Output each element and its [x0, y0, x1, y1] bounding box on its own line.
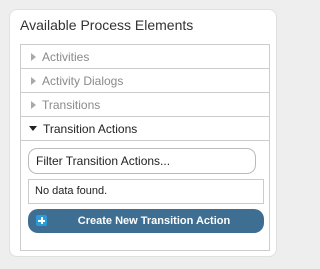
create-new-transition-action-button[interactable]: Create New Transition Action — [28, 209, 264, 233]
section-activities[interactable]: Activities — [21, 45, 269, 69]
section-label: Activities — [42, 49, 90, 64]
section-activity-dialogs[interactable]: Activity Dialogs — [21, 69, 269, 93]
panel-title: Available Process Elements — [20, 17, 194, 33]
available-process-elements-panel: Available Process Elements Activities Ac… — [9, 9, 277, 257]
empty-state-message: No data found. — [28, 179, 264, 204]
section-transitions[interactable]: Transitions — [21, 93, 269, 117]
filter-transition-actions-input[interactable] — [28, 148, 256, 174]
transition-actions-content: No data found. Create New Transition Act… — [21, 141, 269, 250]
process-elements-accordion: Activities Activity Dialogs Transitions … — [20, 44, 270, 251]
chevron-down-icon — [29, 126, 37, 131]
chevron-right-icon — [31, 100, 36, 109]
section-label: Activity Dialogs — [42, 73, 124, 88]
chevron-right-icon — [31, 52, 36, 61]
chevron-right-icon — [31, 76, 36, 85]
section-label: Transitions — [42, 97, 101, 112]
section-label: Transition Actions — [43, 121, 138, 136]
section-transition-actions[interactable]: Transition Actions — [21, 117, 269, 141]
create-button-label: Create New Transition Action — [77, 215, 231, 227]
